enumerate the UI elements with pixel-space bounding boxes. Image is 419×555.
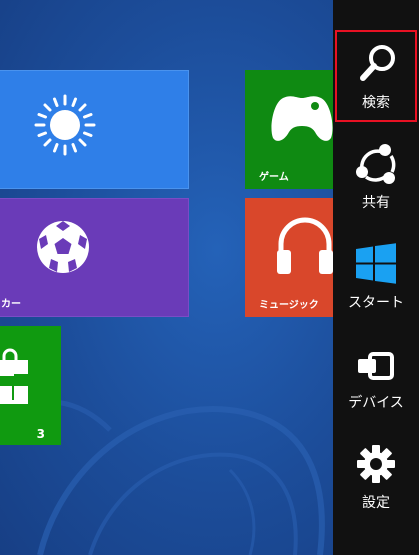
- games-tile[interactable]: ゲーム: [245, 70, 333, 189]
- sports-tile[interactable]: カー: [0, 198, 189, 317]
- charms-bar: 検索 共有 スタート デバイス 設定: [333, 0, 419, 555]
- search-charm[interactable]: 検索: [335, 30, 417, 122]
- start-screen: カー ゲーム ミュージック 3: [0, 0, 333, 555]
- sun-icon: [34, 94, 96, 156]
- store-bag-icon: [0, 348, 28, 404]
- gear-icon: [357, 445, 395, 483]
- soccer-ball-icon: [37, 221, 89, 273]
- weather-tile[interactable]: [0, 70, 189, 189]
- games-tile-label: ゲーム: [259, 172, 289, 183]
- sports-tile-label: カー: [1, 299, 21, 310]
- devices-charm-label: デバイス: [348, 395, 404, 411]
- game-controller-icon: [271, 96, 333, 141]
- devices-charm[interactable]: デバイス: [335, 332, 417, 422]
- share-icon: [356, 144, 396, 184]
- share-charm-label: 共有: [362, 195, 390, 211]
- start-charm[interactable]: スタート: [335, 232, 417, 322]
- search-icon: [360, 45, 395, 81]
- settings-charm[interactable]: 設定: [335, 432, 417, 522]
- music-tile[interactable]: ミュージック: [245, 198, 333, 317]
- windows-logo-icon: [356, 243, 396, 284]
- settings-charm-label: 設定: [362, 495, 390, 511]
- store-badge: 3: [36, 427, 45, 441]
- headphones-icon: [277, 217, 333, 274]
- start-charm-label: スタート: [348, 295, 404, 311]
- music-tile-label: ミュージック: [259, 300, 319, 311]
- store-tile[interactable]: 3: [0, 326, 61, 445]
- share-charm[interactable]: 共有: [335, 132, 417, 222]
- devices-icon: [358, 352, 394, 380]
- search-charm-label: 検索: [362, 95, 390, 111]
